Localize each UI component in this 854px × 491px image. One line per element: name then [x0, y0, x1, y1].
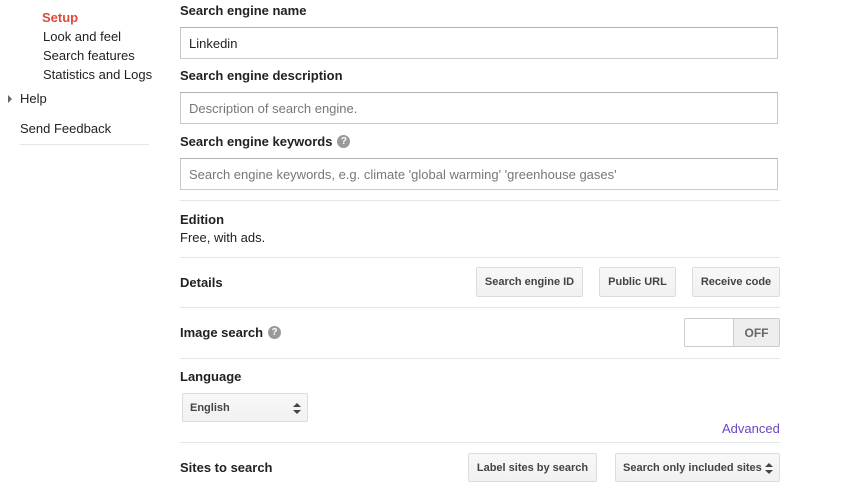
sidebar-item-look-and-feel[interactable]: Look and feel — [43, 29, 121, 44]
label-sites-by-search-button[interactable]: Label sites by search — [468, 453, 597, 482]
section-divider — [180, 442, 780, 443]
sidebar-item-search-features[interactable]: Search features — [43, 48, 135, 63]
receive-code-button[interactable]: Receive code — [692, 267, 780, 297]
toggle-knob — [685, 319, 734, 346]
image-search-label-text: Image search — [180, 325, 264, 340]
toggle-state-text: OFF — [734, 319, 779, 346]
section-divider — [180, 200, 780, 201]
edition-value: Free, with ads. — [180, 230, 266, 245]
language-selected-value: English — [190, 401, 230, 414]
image-search-label: Image search ? — [180, 325, 282, 340]
keywords-label-text: Search engine keywords — [180, 134, 333, 149]
language-select[interactable]: English — [182, 393, 308, 422]
sidebar-item-help[interactable]: Help — [8, 91, 47, 106]
sidebar-divider — [20, 144, 149, 145]
edition-label: Edition — [180, 212, 225, 227]
help-icon[interactable]: ? — [337, 135, 351, 148]
search-engine-name-input[interactable] — [180, 27, 778, 59]
select-arrows-icon — [293, 403, 301, 414]
site-search-mode-value: Search only included sites — [623, 461, 762, 474]
search-engine-name-label: Search engine name — [180, 3, 307, 18]
send-feedback-link[interactable]: Send Feedback — [20, 121, 111, 136]
public-url-button[interactable]: Public URL — [599, 267, 676, 297]
sites-to-search-label: Sites to search — [180, 460, 273, 475]
setup-form: Search engine name Search engine descrip… — [180, 0, 780, 491]
search-engine-keywords-label: Search engine keywords ? — [180, 134, 351, 149]
section-divider — [180, 307, 780, 308]
select-arrows-icon — [765, 463, 773, 474]
section-divider — [180, 358, 780, 359]
image-search-toggle[interactable]: OFF — [684, 318, 780, 347]
search-engine-description-label: Search engine description — [180, 68, 343, 83]
help-icon[interactable]: ? — [268, 326, 282, 339]
search-engine-description-input[interactable] — [180, 92, 778, 124]
details-label: Details — [180, 275, 223, 290]
language-label: Language — [180, 369, 242, 384]
sidebar-item-setup[interactable]: Setup — [42, 10, 78, 25]
site-search-mode-select[interactable]: Search only included sites — [615, 453, 780, 482]
section-divider — [180, 257, 780, 258]
search-engine-id-button[interactable]: Search engine ID — [476, 267, 583, 297]
advanced-link[interactable]: Advanced — [722, 421, 780, 436]
sidebar: Setup Look and feel Search features Stat… — [0, 0, 152, 491]
sidebar-item-statistics-and-logs[interactable]: Statistics and Logs — [43, 67, 152, 82]
help-label: Help — [20, 91, 47, 106]
caret-right-icon — [8, 94, 12, 103]
search-engine-keywords-input[interactable] — [180, 158, 778, 190]
